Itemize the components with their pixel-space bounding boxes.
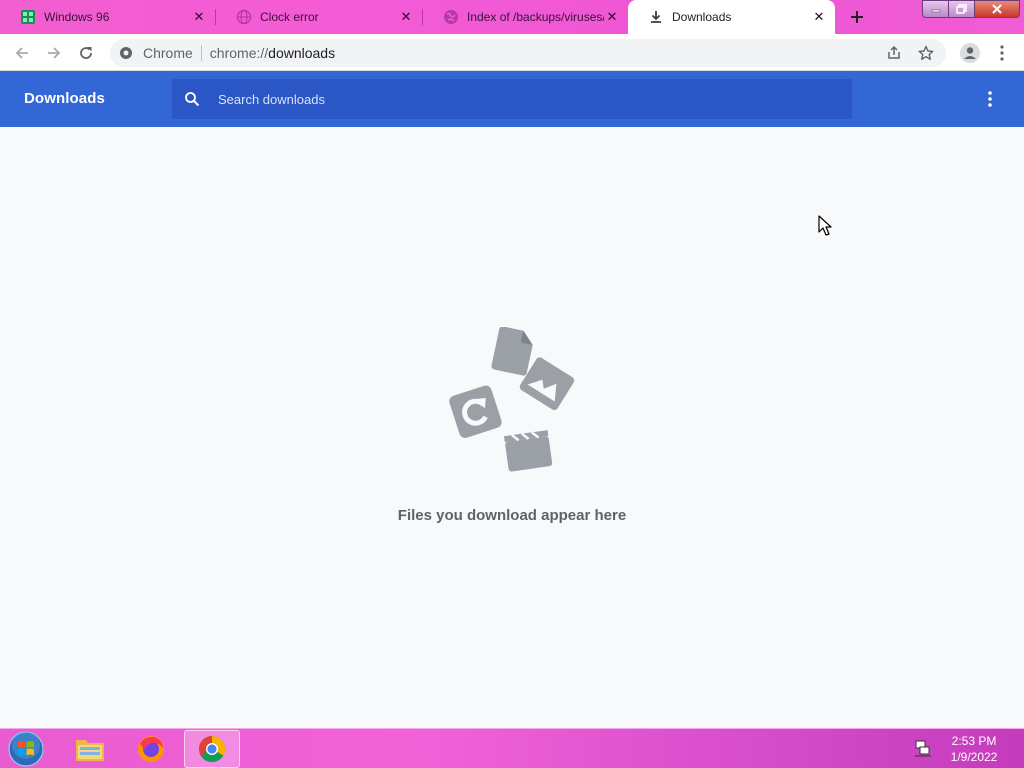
windows96-icon (20, 9, 36, 25)
kebab-menu-icon (1000, 45, 1004, 61)
window-controls (922, 0, 1020, 18)
search-box (172, 79, 852, 119)
minimize-icon (931, 9, 940, 13)
page-title: Downloads (24, 90, 105, 107)
windows-start-orb-icon (8, 731, 44, 767)
tab-clock-error[interactable]: Clock error ✕ (216, 0, 422, 34)
tab-title: Index of /backups/viruses/ (467, 10, 604, 24)
clock-date: 1/9/2022 (950, 750, 998, 764)
globe-icon (236, 9, 252, 25)
clock-time: 2:53 PM (951, 734, 997, 748)
kebab-menu-icon (988, 91, 992, 107)
minimize-button[interactable] (922, 0, 948, 18)
close-icon[interactable]: ✕ (811, 9, 827, 25)
empty-state-message: Files you download appear here (397, 507, 627, 524)
start-button[interactable] (6, 731, 46, 767)
download-icon (648, 9, 664, 25)
taskbar-firefox[interactable] (123, 730, 179, 768)
downloads-list-area: Files you download appear here (0, 127, 1024, 728)
tab-title: Clock error (260, 10, 319, 24)
close-icon (992, 4, 1002, 14)
close-icon[interactable]: ✕ (398, 9, 414, 25)
network-tray-icon[interactable] (912, 735, 934, 761)
mouse-cursor-icon (818, 215, 832, 236)
share-icon[interactable] (878, 39, 910, 67)
tab-windows-96[interactable]: Windows 96 ✕ (0, 0, 215, 34)
tab-downloads[interactable]: Downloads ✕ (628, 0, 835, 34)
back-arrow-icon (15, 47, 28, 59)
tab-strip: Windows 96 ✕ Clock error ✕ Index of /bac… (0, 0, 1024, 34)
tab-index-backups[interactable]: Index of /backups/viruses/ ✕ (423, 0, 628, 34)
chip-divider (200, 45, 202, 61)
url-scheme: chrome:// (209, 45, 269, 61)
taskbar-chrome[interactable] (184, 730, 240, 768)
downloads-menu-button[interactable] (978, 87, 1002, 111)
empty-downloads-illustration (449, 327, 575, 472)
bookmark-star-icon[interactable] (910, 39, 942, 67)
windows-explorer-icon (76, 740, 104, 761)
search-input[interactable] (218, 91, 818, 107)
browser-toolbar: Chrome chrome:// downloads (0, 34, 1024, 71)
omnibox-actions (878, 39, 942, 67)
downloads-header: Downloads (0, 71, 1024, 127)
url-host: downloads (268, 45, 336, 61)
address-bar[interactable]: Chrome chrome:// downloads (110, 39, 946, 67)
restore-button[interactable] (948, 0, 974, 18)
globe-icon (443, 9, 459, 25)
tab-title: Windows 96 (44, 10, 110, 24)
close-icon[interactable]: ✕ (604, 9, 620, 25)
new-tab-button[interactable] (845, 5, 869, 29)
search-icon[interactable] (184, 89, 204, 109)
chrome-icon (198, 735, 226, 763)
taskbar-explorer[interactable] (62, 730, 118, 768)
chrome-page-icon (119, 45, 135, 61)
taskbar: 2:53 PM 1/9/2022 (0, 728, 1024, 768)
video-icon (503, 430, 553, 472)
plus-icon (851, 11, 863, 23)
document-icon (491, 327, 533, 376)
close-window-button[interactable] (974, 0, 1020, 18)
forward-arrow-icon (48, 47, 61, 59)
reload-icon (80, 47, 92, 59)
firefox-icon (138, 736, 164, 762)
close-icon[interactable]: ✕ (191, 9, 207, 25)
chrome-menu-button[interactable] (990, 39, 1014, 67)
system-clock[interactable]: 2:53 PM 1/9/2022 (942, 733, 1006, 765)
site-chip: Chrome (143, 45, 193, 61)
profile-avatar-icon (960, 43, 980, 63)
reload-button[interactable] (72, 39, 100, 67)
forward-button[interactable] (40, 39, 68, 67)
tab-title: Downloads (672, 10, 732, 24)
app-icon (449, 385, 502, 438)
restore-icon (956, 4, 967, 14)
profile-button[interactable] (956, 39, 984, 67)
back-button[interactable] (8, 39, 36, 67)
